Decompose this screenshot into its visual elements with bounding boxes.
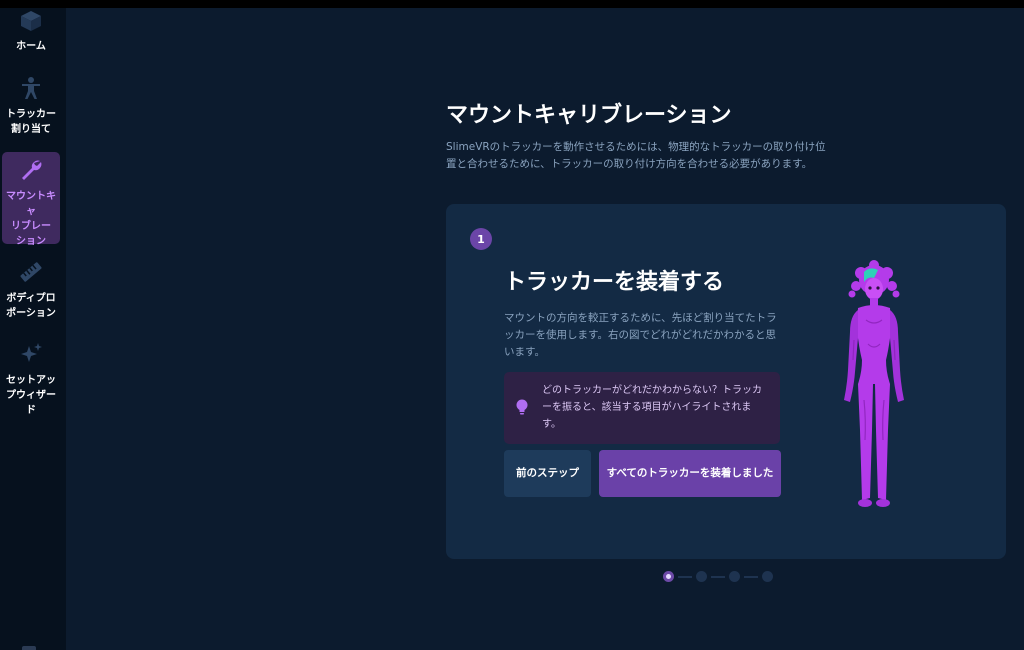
person-icon [21, 76, 41, 104]
sidebar-item-label: ボディプロ ポーション [6, 293, 56, 319]
sidebar-item-label: トラッカー 割り当て [6, 109, 56, 135]
sidebar-item-home[interactable]: ホーム [2, 8, 60, 60]
pagination-dot[interactable] [696, 571, 707, 582]
pagination-dot[interactable] [729, 571, 740, 582]
pagination-dot[interactable] [762, 571, 773, 582]
step-number-badge: 1 [470, 228, 492, 250]
ruler-icon [18, 260, 44, 288]
window-top-bar [0, 0, 1024, 8]
all-trackers-attached-button[interactable]: すべてのトラッカーを装着しました [599, 450, 781, 497]
body-figure-illustration [834, 260, 914, 516]
sidebar: ホーム トラッカー 割り当て マウントキャ リブレー ション ボディプロ ポーシ… [0, 8, 66, 650]
sidebar-item-label: ホーム [16, 41, 46, 52]
pagination-dot[interactable] [663, 571, 674, 582]
previous-step-button[interactable]: 前のステップ [504, 450, 591, 497]
step-title: トラッカーを装着する [504, 270, 725, 295]
sidebar-item-label: マウントキャ リブレー ション [6, 191, 56, 247]
page-title: マウントキャリブレーション [446, 103, 732, 128]
step-card: 1 トラッカーを装着する マウントの方向を較正するために、先ほど割り当てたトラッ… [446, 204, 1006, 559]
pagination-connector [711, 575, 725, 578]
step-description: マウントの方向を較正するために、先ほど割り当てたトラッカーを使用します。右の図で… [504, 312, 777, 358]
pagination-connector [678, 575, 692, 578]
page-description: SlimeVRのトラッカーを動作させるためには、物理的なトラッカーの取り付け位置… [446, 141, 826, 170]
sidebar-item-tracker-assignment[interactable]: トラッカー 割り当て [2, 70, 60, 144]
sidebar-bottom-icon[interactable] [22, 646, 36, 650]
pagination-connector [744, 575, 758, 578]
lightbulb-icon [514, 398, 530, 420]
wrench-icon [19, 158, 43, 186]
sidebar-item-mounting-calibration[interactable]: マウントキャ リブレー ション [2, 152, 60, 247]
sidebar-item-setup-wizard[interactable]: セットアッ プウィザー ド [2, 336, 60, 428]
hint-text: どのトラッカーがどれだかわからない？トラッカーを振ると、該当する項目がハイライト… [542, 385, 762, 430]
sidebar-item-label: セットアッ プウィザー ド [6, 375, 56, 416]
sidebar-item-body-proportions[interactable]: ボディプロ ポーション [2, 254, 60, 328]
step-pagination [663, 571, 773, 582]
hint-box: どのトラッカーがどれだかわからない？トラッカーを振ると、該当する項目がハイライト… [504, 372, 780, 444]
sparkle-icon [19, 342, 43, 370]
cube-icon [19, 10, 43, 36]
